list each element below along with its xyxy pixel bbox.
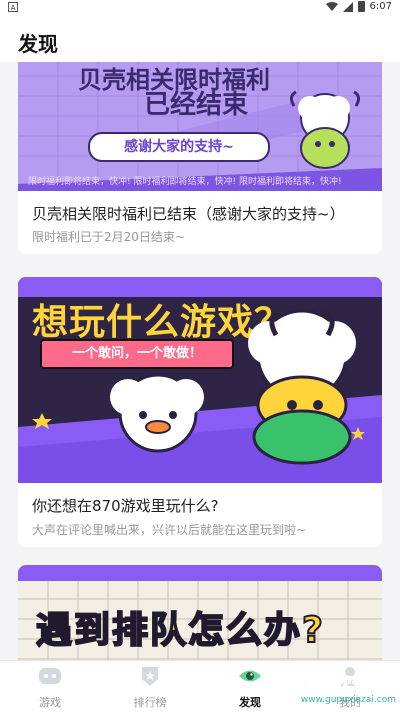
wifi-icon	[325, 1, 338, 11]
gamepad-icon	[39, 668, 61, 684]
mascot-illustration	[289, 90, 361, 169]
article-banner: 遇到排队怎么办?	[18, 565, 382, 660]
page-title: 发现	[18, 32, 58, 56]
ranking-badge-icon	[142, 667, 158, 686]
eye-icon	[239, 670, 261, 682]
monster-mascot	[248, 309, 356, 465]
banner-heading-2: 已经结束	[144, 90, 249, 120]
status-icons: 6:07	[325, 1, 392, 12]
article-banner: 想玩什么游戏？ 一个敢问，一个敢做！	[18, 277, 382, 483]
site-watermark: 谷普软件园 www.gupuxiazai.com	[278, 667, 396, 707]
tab-ranking[interactable]: 排行榜	[110, 665, 190, 710]
article-title: 你还想在870游戏里玩什么?	[32, 497, 219, 515]
article-card[interactable]: 贝壳相关限时福利 已经结束 感谢大家的支持~ 限时福利即将结束，快冲! 限时福利…	[18, 62, 382, 254]
article-banner: 贝壳相关限时福利 已经结束 感谢大家的支持~ 限时福利即将结束，快冲! 限时福利…	[18, 62, 382, 191]
article-card[interactable]: 想玩什么游戏？ 一个敢问，一个敢做！ 你还想在870游戏里玩什么? 大声在评论里…	[18, 277, 382, 547]
battery-icon	[357, 1, 365, 12]
article-title: 贝壳相关限时福利已结束（感谢大家的支持~）	[32, 205, 345, 223]
discover-feed[interactable]: 贝壳相关限时福利 已经结束 感谢大家的支持~ 限时福利即将结束，快冲! 限时福利…	[0, 62, 400, 660]
article-subtitle: 限时福利已于2月20日结束~	[32, 230, 185, 244]
tab-label: 排行榜	[133, 696, 167, 709]
notification-badge: A	[8, 2, 18, 12]
status-time: 6:07	[369, 1, 392, 12]
signal-icon	[342, 1, 353, 12]
article-card[interactable]: 遇到排队怎么办?	[18, 565, 382, 660]
article-subtitle: 大声在评论里喊出来，兴许以后就能在这里玩到啦~	[32, 523, 307, 537]
banner-heading: 遇到排队怎么办?	[35, 609, 325, 652]
tab-games[interactable]: 游戏	[10, 665, 90, 710]
banner-pill: 感谢大家的支持~	[88, 132, 270, 162]
sheep-mascot	[110, 373, 204, 453]
tab-label: 游戏	[39, 696, 61, 709]
page-header: 发现	[0, 16, 400, 62]
watermark-url: www.gupuxiazai.com	[300, 695, 396, 705]
status-bar: A 6:07	[0, 0, 400, 16]
